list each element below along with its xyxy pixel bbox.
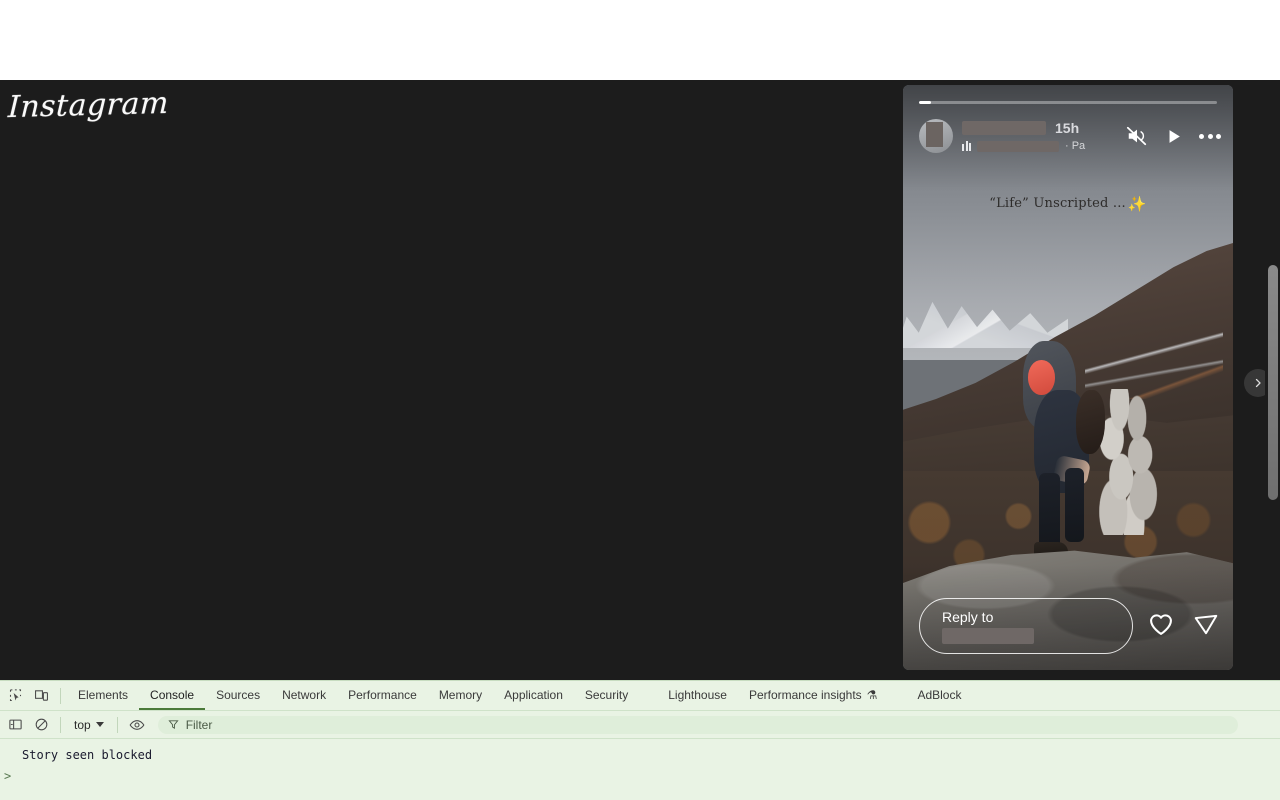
instagram-page: Instagram [0,80,1280,680]
tab-network[interactable]: Network [271,681,337,710]
flask-icon: ⚗ [867,688,878,702]
browser-top-blank-area [0,0,1280,80]
console-sidebar-icon[interactable] [2,712,28,738]
console-toolbar-divider [60,717,61,733]
story-timestamp: 15h [1055,120,1079,136]
story-progress-bar[interactable] [919,101,1217,104]
heart-icon[interactable] [1147,610,1175,643]
tab-performance-insights-label: Performance insights [749,688,862,702]
song-title-redacted [977,141,1059,152]
story-progress-fill [919,101,931,104]
tab-lighthouse[interactable]: Lighthouse [657,681,738,710]
photo-vignette-overlay [903,85,1233,670]
live-expression-icon[interactable] [124,712,150,738]
play-icon[interactable] [1164,127,1183,146]
chevron-down-icon [96,722,104,727]
tab-adblock[interactable]: AdBlock [906,681,972,710]
more-options-icon[interactable] [1199,134,1221,139]
avatar[interactable] [919,119,953,153]
console-toolbar: top Filter [0,711,1280,739]
toolbar-divider [60,688,61,704]
clear-console-icon[interactable] [28,712,54,738]
execution-context-selector[interactable]: top [67,718,111,732]
send-icon[interactable] [1193,611,1219,642]
music-note-icon [962,141,971,151]
reply-label: Reply to [942,609,1110,625]
story-header-actions [1126,125,1221,147]
story-caption-text: “Life” Unscripted ... [989,196,1126,211]
execution-context-label: top [74,718,91,732]
reply-input[interactable]: Reply to [919,598,1133,654]
tab-performance[interactable]: Performance [337,681,428,710]
page-scrollbar-thumb[interactable] [1268,265,1278,500]
filter-funnel-icon [168,719,179,730]
console-toolbar-divider-2 [117,717,118,733]
prompt-chevron-icon: > [4,769,11,783]
devtools-panel: Elements Console Sources Network Perform… [0,680,1280,800]
story-media-photo [903,85,1233,670]
story-header: 15h · Pa [919,115,1221,157]
story-viewer[interactable]: 15h · Pa [903,85,1233,670]
sparkle-icon: ✨ [1128,195,1147,213]
console-output: Story seen blocked > [0,739,1280,787]
tab-security[interactable]: Security [574,681,639,710]
page-scrollbar-track[interactable] [1265,80,1280,680]
story-reply-bar: Reply to [919,598,1219,654]
volume-muted-icon[interactable] [1126,125,1148,147]
tab-console[interactable]: Console [139,681,205,710]
tab-sources[interactable]: Sources [205,681,271,710]
story-caption: “Life” Unscripted ...✨ [903,193,1233,211]
story-header-text: 15h · Pa [962,120,1116,152]
tab-elements[interactable]: Elements [67,681,139,710]
device-toolbar-icon[interactable] [28,683,54,709]
tab-performance-insights[interactable]: Performance insights ⚗ [738,681,888,710]
username-redacted [962,121,1046,135]
devtools-tabbar: Elements Console Sources Network Perform… [0,681,1280,711]
inspect-element-icon[interactable] [2,683,28,709]
story-author-row: 15h [962,120,1116,136]
console-input-prompt[interactable]: > [0,765,1280,787]
tab-memory[interactable]: Memory [428,681,493,710]
console-message: Story seen blocked [0,745,1280,765]
tab-application[interactable]: Application [493,681,574,710]
instagram-logo[interactable]: Instagram [7,86,169,125]
story-reaction-actions [1147,610,1219,643]
avatar-redaction [926,122,943,147]
song-artist: · Pa [1065,140,1085,152]
chevron-right-icon [1252,377,1264,389]
console-filter-placeholder: Filter [186,718,213,732]
console-filter-input[interactable]: Filter [158,716,1238,734]
story-music-row[interactable]: · Pa [962,140,1116,152]
reply-username-redacted [942,628,1034,644]
